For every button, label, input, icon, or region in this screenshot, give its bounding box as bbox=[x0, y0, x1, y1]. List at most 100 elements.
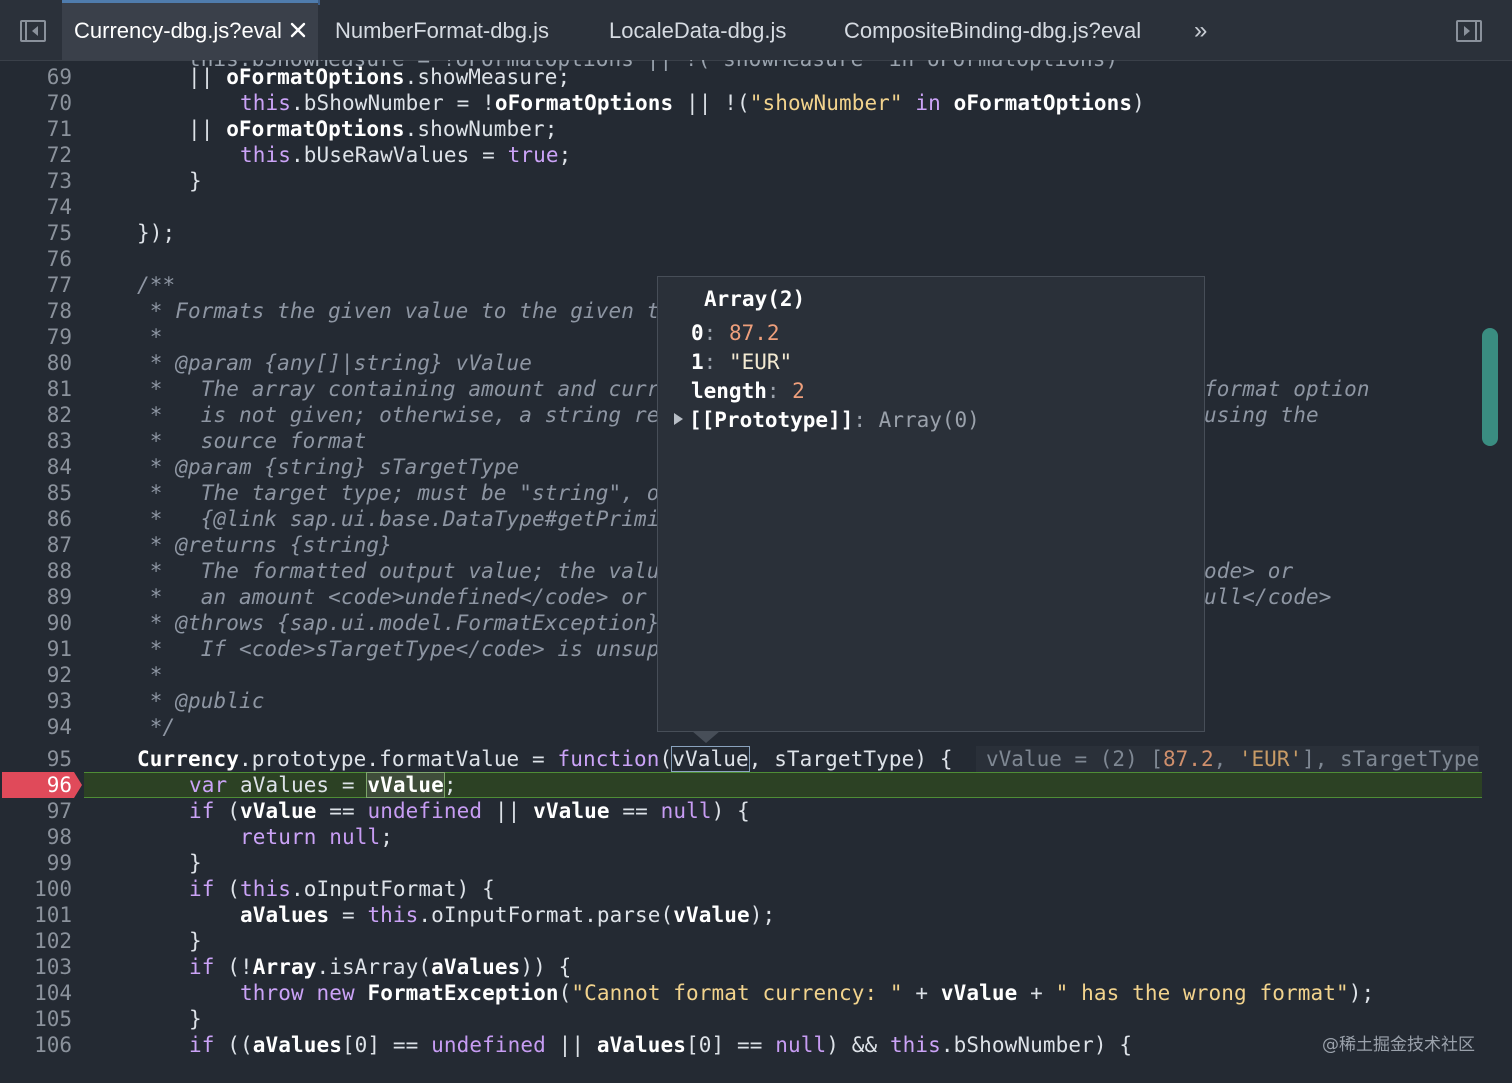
line-number[interactable]: 75 bbox=[0, 220, 72, 246]
variable-preview-popover[interactable]: Array(2) 0: 87.2 1: "EUR" length: 2 [[Pr… bbox=[657, 276, 1205, 732]
line-number[interactable]: 98 bbox=[0, 824, 72, 850]
code-line-75: }); bbox=[137, 221, 176, 245]
line-number[interactable]: 78 bbox=[0, 298, 72, 324]
popover-title: Array(2) bbox=[704, 287, 806, 311]
comment-line-89: * an amount <code>undefined</code> or bbox=[137, 585, 660, 609]
comment-line-87: * @returns {string} bbox=[137, 533, 392, 557]
comment-line-85: * The target type; must be "string", o bbox=[137, 481, 660, 505]
tab-numberformat-dbg[interactable]: NumberFormat-dbg.js bbox=[335, 0, 549, 60]
comment-line-86: * {@link sap.ui.base.DataType#getPrimi bbox=[137, 507, 660, 531]
line-number[interactable]: 76 bbox=[0, 246, 72, 272]
comment-line-80: * @param {any[]|string} vValue bbox=[137, 351, 533, 375]
tab-compositebinding-dbg[interactable]: CompositeBinding-dbg.js?eval bbox=[844, 0, 1141, 60]
comment-line-91: * If <code>sTargetType</code> is unsup bbox=[137, 637, 660, 661]
code-line-101: aValues = this.oInputFormat.parse(vValue… bbox=[240, 903, 776, 927]
line-number[interactable]: 99 bbox=[0, 850, 72, 876]
code-line-103: if (!Array.isArray(aValues)) { bbox=[189, 955, 572, 979]
line-number[interactable]: 100 bbox=[0, 876, 72, 902]
line-number[interactable]: 105 bbox=[0, 1006, 72, 1032]
inline-variable-values: vValue = (2) [87.2, 'EUR'], sTargetType bbox=[976, 746, 1480, 772]
line-number[interactable]: 72 bbox=[0, 142, 72, 168]
line-number[interactable]: 89 bbox=[0, 584, 72, 610]
line-number[interactable]: 77 bbox=[0, 272, 72, 298]
popover-entry-1[interactable]: 1: "EUR" bbox=[691, 348, 792, 377]
tab-currency-dbg[interactable]: Currency-dbg.js?eval bbox=[62, 0, 318, 60]
line-number[interactable]: 74 bbox=[0, 194, 72, 220]
comment-line-83: * source format bbox=[137, 429, 367, 453]
code-line-73: } bbox=[189, 169, 202, 193]
tab-label: Currency-dbg.js?eval bbox=[74, 18, 282, 43]
code-line-102: } bbox=[189, 929, 202, 953]
line-number[interactable]: 82 bbox=[0, 402, 72, 428]
line-number[interactable]: 70 bbox=[0, 90, 72, 116]
line-number[interactable]: 73 bbox=[0, 168, 72, 194]
popover-entry-length[interactable]: length: 2 bbox=[691, 377, 805, 406]
toggle-debugger-sidebar-icon[interactable] bbox=[1456, 20, 1482, 42]
comment-line-94: */ bbox=[137, 715, 176, 739]
code-line-71: || oFormatOptions.showNumber; bbox=[86, 117, 558, 141]
tab-localedata-dbg[interactable]: LocaleData-dbg.js bbox=[609, 0, 786, 60]
hovered-token-vValue[interactable]: vValue bbox=[671, 746, 750, 772]
tab-label: LocaleData-dbg.js bbox=[609, 18, 787, 43]
line-number[interactable]: 106 bbox=[0, 1032, 72, 1058]
code-line-70: this.bShowNumber = !oFormatOptions || !(… bbox=[240, 91, 1145, 115]
comment-line-90: * @throws {sap.ui.model.FormatException} bbox=[137, 611, 660, 635]
code-line-69: || oFormatOptions.showMeasure; bbox=[86, 65, 571, 89]
comment-line-84: * @param {string} sTargetType bbox=[137, 455, 520, 479]
line-number[interactable]: 103 bbox=[0, 954, 72, 980]
line-number[interactable]: 96 bbox=[0, 772, 72, 798]
line-number[interactable]: 102 bbox=[0, 928, 72, 954]
line-number[interactable]: 85 bbox=[0, 480, 72, 506]
toggle-navigator-icon[interactable] bbox=[20, 20, 46, 42]
close-icon[interactable] bbox=[286, 18, 310, 42]
comment-line-92: * bbox=[137, 663, 163, 687]
code-line-98: return null; bbox=[240, 825, 393, 849]
comment-line-82-tail: using the bbox=[1204, 403, 1319, 427]
popover-entry-0[interactable]: 0: 87.2 bbox=[691, 319, 780, 348]
comment-line-82: * is not given; otherwise, a string re bbox=[137, 403, 660, 427]
code-line-97: if (vValue == undefined || vValue == nul… bbox=[189, 799, 750, 823]
line-number[interactable]: 84 bbox=[0, 454, 72, 480]
line-number[interactable]: 93 bbox=[0, 688, 72, 714]
code-line-95: Currency.prototype.formatValue = functio… bbox=[137, 746, 953, 772]
line-number[interactable]: 79 bbox=[0, 324, 72, 350]
watermark: @稀土掘金技术社区 bbox=[1322, 1035, 1475, 1055]
code-line-99: } bbox=[189, 851, 202, 875]
code-line-104: throw new FormatException("Cannot format… bbox=[240, 981, 1375, 1005]
more-tabs-chevron-icon[interactable]: » bbox=[1194, 19, 1207, 43]
line-number[interactable]: 94 bbox=[0, 714, 72, 740]
line-number[interactable]: 80 bbox=[0, 350, 72, 376]
line-number[interactable]: 90 bbox=[0, 610, 72, 636]
code-line-96: var aValues = vValue; bbox=[189, 772, 457, 798]
popover-pointer bbox=[692, 731, 720, 743]
comment-line-77: /** bbox=[137, 273, 176, 297]
comment-line-79: * bbox=[137, 325, 163, 349]
code-line-106: if ((aValues[0] == undefined || aValues[… bbox=[189, 1033, 1133, 1057]
tab-label: CompositeBinding-dbg.js?eval bbox=[844, 18, 1142, 43]
code-line-105: } bbox=[189, 1007, 202, 1031]
comment-line-81-tail: format option bbox=[1204, 377, 1370, 401]
line-number[interactable]: 87 bbox=[0, 532, 72, 558]
line-number[interactable]: 95 bbox=[0, 746, 72, 772]
expand-triangle-icon[interactable] bbox=[674, 413, 683, 425]
comment-line-88-tail: ode> or bbox=[1204, 559, 1294, 583]
line-number[interactable]: 91 bbox=[0, 636, 72, 662]
line-number[interactable]: 69 bbox=[0, 64, 72, 90]
code-line-100: if (this.oInputFormat) { bbox=[189, 877, 495, 901]
editor-tab-bar: Currency-dbg.js?eval NumberFormat-dbg.js… bbox=[0, 0, 1512, 61]
comment-line-78: * Formats the given value to the given t bbox=[137, 299, 660, 323]
line-number[interactable]: 92 bbox=[0, 662, 72, 688]
line-number[interactable]: 88 bbox=[0, 558, 72, 584]
code-line-72: this.bUseRawValues = true; bbox=[240, 143, 572, 167]
vertical-scrollbar[interactable] bbox=[1482, 328, 1498, 446]
comment-line-88: * The formatted output value; the valu bbox=[137, 559, 660, 583]
line-number[interactable]: 104 bbox=[0, 980, 72, 1006]
line-number[interactable]: 83 bbox=[0, 428, 72, 454]
line-number[interactable]: 86 bbox=[0, 506, 72, 532]
line-number[interactable]: 81 bbox=[0, 376, 72, 402]
line-number[interactable]: 97 bbox=[0, 798, 72, 824]
line-number[interactable]: 71 bbox=[0, 116, 72, 142]
popover-prototype-row[interactable]: [[Prototype]]: Array(0) bbox=[674, 406, 980, 435]
comment-line-89-tail: ull</code> bbox=[1204, 585, 1332, 609]
line-number[interactable]: 101 bbox=[0, 902, 72, 928]
